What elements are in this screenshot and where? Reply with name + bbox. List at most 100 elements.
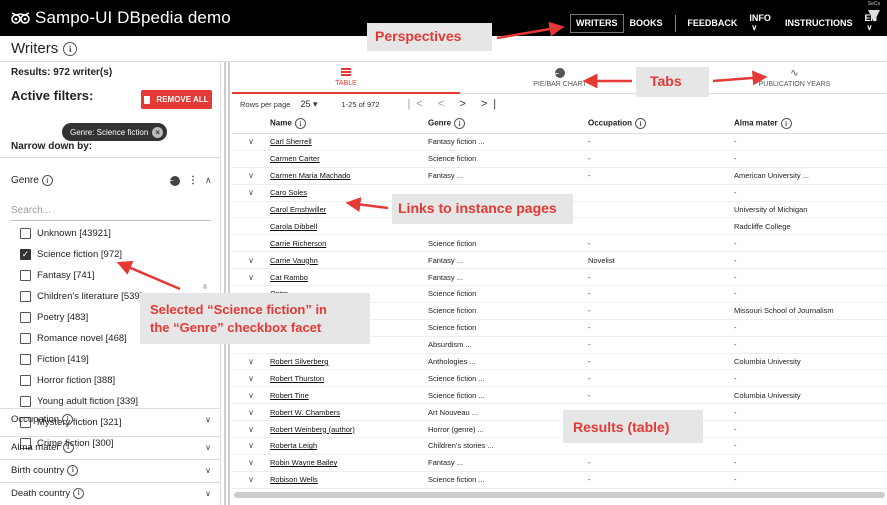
- expand-row-icon[interactable]: ∨: [232, 458, 270, 467]
- panel-resize-handle[interactable]: [224, 62, 232, 505]
- info-icon[interactable]: i: [780, 118, 792, 129]
- resize-bar: [228, 62, 230, 505]
- expand-row-icon[interactable]: ∨: [232, 425, 270, 434]
- info-icon[interactable]: i: [41, 175, 53, 186]
- cell-alma-mater: -: [734, 475, 737, 485]
- column-header-genre[interactable]: Genre i: [428, 118, 588, 129]
- checkbox-icon[interactable]: [20, 312, 31, 323]
- info-icon[interactable]: i: [73, 487, 85, 499]
- seco-logo-icon: [868, 10, 880, 22]
- info-icon[interactable]: i: [62, 413, 74, 425]
- more-vert-icon[interactable]: ⋮: [188, 175, 198, 186]
- column-header-name[interactable]: Name i: [270, 118, 428, 129]
- checkbox-label: Fiction [419]: [37, 354, 89, 365]
- cell-name: Carrie Richerson: [270, 239, 428, 248]
- instance-page-link[interactable]: Carl Sherrell: [270, 137, 312, 146]
- expand-row-icon[interactable]: ∨: [232, 256, 270, 265]
- close-icon[interactable]: ×: [152, 126, 164, 138]
- cell-genre: Science fiction: [428, 306, 477, 316]
- instance-page-link[interactable]: Carmen Carter: [270, 154, 320, 163]
- instance-page-link[interactable]: Robert Thurston: [270, 374, 324, 383]
- instance-page-link[interactable]: Carrie Richerson: [270, 239, 326, 248]
- genre-checkbox-item[interactable]: Unknown [43921]: [20, 223, 200, 244]
- cell-genre: Science fiction ...: [428, 373, 485, 383]
- checkbox-icon[interactable]: [20, 375, 31, 386]
- top-nav: WRITERS BOOKS FEEDBACK INFO∨ INSTRUCTION…: [570, 9, 887, 37]
- tab-table[interactable]: TABLE: [232, 62, 460, 94]
- last-page-icon[interactable]: >|: [481, 98, 502, 110]
- instance-page-link[interactable]: Robert W. Chambers: [270, 408, 340, 417]
- info-icon[interactable]: i: [454, 118, 466, 129]
- tab-publication-years[interactable]: ∿ PUBLICATION YEARS: [702, 62, 887, 94]
- seco-logo[interactable]: SeCo: [865, 2, 883, 32]
- facet-birth-country[interactable]: Birth country i ∨: [0, 459, 221, 480]
- genre-checkbox-item[interactable]: Horror fiction [388]: [20, 370, 200, 391]
- info-icon[interactable]: i: [294, 118, 306, 129]
- instance-page-link[interactable]: Robert Weinberg (author): [270, 425, 355, 434]
- checkbox-icon[interactable]: [20, 396, 31, 407]
- tab-label: PUBLICATION YEARS: [758, 81, 831, 88]
- column-header-occupation[interactable]: Occupation i: [588, 118, 734, 129]
- expand-row-icon[interactable]: ∨: [232, 188, 270, 197]
- instance-page-link[interactable]: Carol Emshwiller: [270, 205, 326, 214]
- active-filter-chip: Genre: Science fiction ×: [62, 123, 168, 141]
- genre-search-input[interactable]: Search...: [11, 205, 211, 216]
- expand-row-icon[interactable]: ∨: [232, 357, 270, 366]
- checkbox-icon[interactable]: [20, 291, 31, 302]
- genre-checkbox-item[interactable]: Fantasy [741]: [20, 265, 200, 286]
- instance-page-link[interactable]: Caro Soles: [270, 188, 307, 197]
- checkbox-label: Unknown [43921]: [37, 228, 111, 239]
- nav-writers[interactable]: WRITERS: [570, 13, 624, 33]
- tab-pie-bar-chart[interactable]: PIE/BAR CHART: [460, 62, 660, 94]
- genre-checkbox-item[interactable]: ✓ Science fiction [972]: [20, 244, 200, 265]
- checkbox-icon[interactable]: [20, 354, 31, 365]
- instance-page-link[interactable]: Robison Wells: [270, 475, 318, 484]
- expand-row-icon[interactable]: ∨: [232, 171, 270, 180]
- expand-row-icon[interactable]: ∨: [232, 391, 270, 400]
- instance-page-link[interactable]: Robin Wayne Bailey: [270, 458, 337, 467]
- horizontal-scrollbar[interactable]: [234, 492, 885, 498]
- instance-page-link[interactable]: Roberta Leigh: [270, 441, 317, 450]
- checkbox-icon[interactable]: [20, 270, 31, 281]
- checkbox-icon[interactable]: [20, 228, 31, 239]
- nav-books[interactable]: BOOKS: [624, 14, 669, 33]
- expand-row-icon[interactable]: ∨: [232, 441, 270, 450]
- genre-checkbox-item[interactable]: Fiction [419]: [20, 349, 200, 370]
- instance-page-link[interactable]: Robert Tine: [270, 391, 309, 400]
- remove-all-button[interactable]: REMOVE ALL: [141, 90, 212, 109]
- info-icon[interactable]: i: [62, 441, 74, 453]
- chevron-up-icon[interactable]: ∧: [205, 175, 212, 186]
- checkbox-icon[interactable]: [20, 333, 31, 344]
- expand-row-icon[interactable]: ∨: [232, 273, 270, 282]
- facet-death-country[interactable]: Death country i ∨: [0, 482, 221, 503]
- column-header-alma-mater[interactable]: Alma mater i: [734, 118, 887, 129]
- list-scrollbar[interactable]: [203, 284, 207, 289]
- expand-row-icon[interactable]: ∨: [232, 408, 270, 417]
- cell-genre: Absurdism ...: [428, 340, 472, 350]
- info-icon[interactable]: i: [635, 118, 647, 129]
- expand-row-icon[interactable]: ∨: [232, 374, 270, 383]
- info-icon[interactable]: i: [63, 41, 78, 56]
- facet-alma-mater[interactable]: Alma mater i ∨: [0, 436, 221, 457]
- instance-page-link[interactable]: Carola Dibbell: [270, 222, 317, 231]
- checkbox-checked-icon[interactable]: ✓: [20, 249, 31, 260]
- instance-page-link[interactable]: Carrie Vaughn: [270, 256, 318, 265]
- instance-page-link[interactable]: Robert Silverberg: [270, 357, 328, 366]
- pie-chart-icon[interactable]: [170, 175, 180, 186]
- rows-per-page-select[interactable]: 25 ▾: [300, 99, 317, 110]
- expand-row-icon[interactable]: ∨: [232, 137, 270, 146]
- instance-page-link[interactable]: Cat Rambo: [270, 273, 308, 282]
- first-page-icon[interactable]: |<: [407, 98, 428, 110]
- nav-info[interactable]: INFO∨: [743, 9, 779, 37]
- instance-page-link[interactable]: Carmen Maria Machado: [270, 171, 350, 180]
- prev-page-icon[interactable]: <: [438, 98, 450, 110]
- nav-feedback[interactable]: FEEDBACK: [681, 14, 743, 33]
- facet-occupation[interactable]: Occupation i ∨: [0, 408, 221, 429]
- nav-instructions[interactable]: INSTRUCTIONS: [779, 14, 859, 33]
- cell-name: Robert Weinberg (author): [270, 425, 428, 434]
- cell-genre: Science fiction ...: [428, 390, 485, 400]
- expand-row-icon[interactable]: ∨: [232, 475, 270, 484]
- info-icon[interactable]: i: [67, 464, 79, 476]
- next-page-icon[interactable]: >: [459, 98, 471, 110]
- brand[interactable]: Sampo-UI DBpedia demo: [11, 8, 231, 28]
